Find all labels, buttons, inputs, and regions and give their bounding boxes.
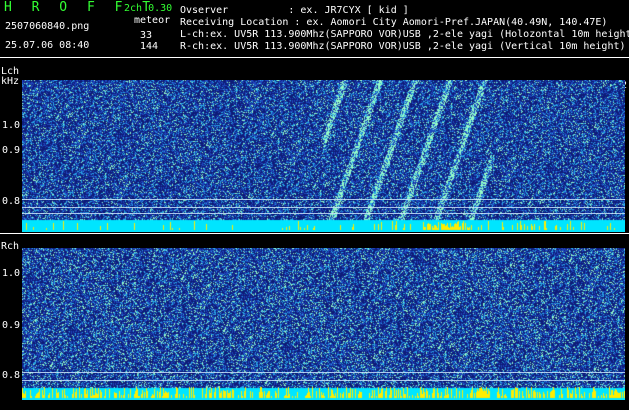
version-label: 2ch 0.30 [124,3,173,14]
lch-ytick: 0.9 [2,145,21,156]
lch-guide-line [22,207,625,208]
rch-ytick: 1.0 [2,268,21,279]
rch-spectrogram-canvas [22,248,625,400]
observer-line: Ovserver : ex. JR7CYX [ kid ] [180,5,409,16]
rch-info-line: R-ch:ex. UV5R 113.900Mhz(SAPPORO VOR)USB… [180,41,626,52]
datetime-label: 25.07.06 08:40 [5,40,90,51]
header-separator [0,57,629,58]
location-line: Receiving Location : ex. Aomori City Aom… [180,17,608,28]
count-rch: 144 [140,41,159,52]
lch-ytick: 1.0 [2,120,21,131]
lch-ytick: 0.8 [2,196,21,207]
lch-spectrogram [22,80,625,232]
mode-label: meteor [134,15,171,26]
rch-guide-line [22,372,625,373]
filename-label: 2507060840.png [5,21,90,32]
lch-spectrogram-canvas [22,80,625,232]
panel-separator [0,233,629,234]
rch-ytick: 0.8 [2,370,21,381]
rch-guide-line [22,380,625,381]
lch-info-line: L-ch:ex. UV5R 113.900Mhz(SAPPORO VOR)USB… [180,29,629,40]
rch-label: Rch [1,241,20,252]
rch-ytick: 0.9 [2,320,21,331]
lch-unit-label: kHz [1,76,20,87]
lch-guide-line [22,199,625,200]
rch-spectrogram [22,248,625,400]
lch-guide-line [22,213,625,214]
